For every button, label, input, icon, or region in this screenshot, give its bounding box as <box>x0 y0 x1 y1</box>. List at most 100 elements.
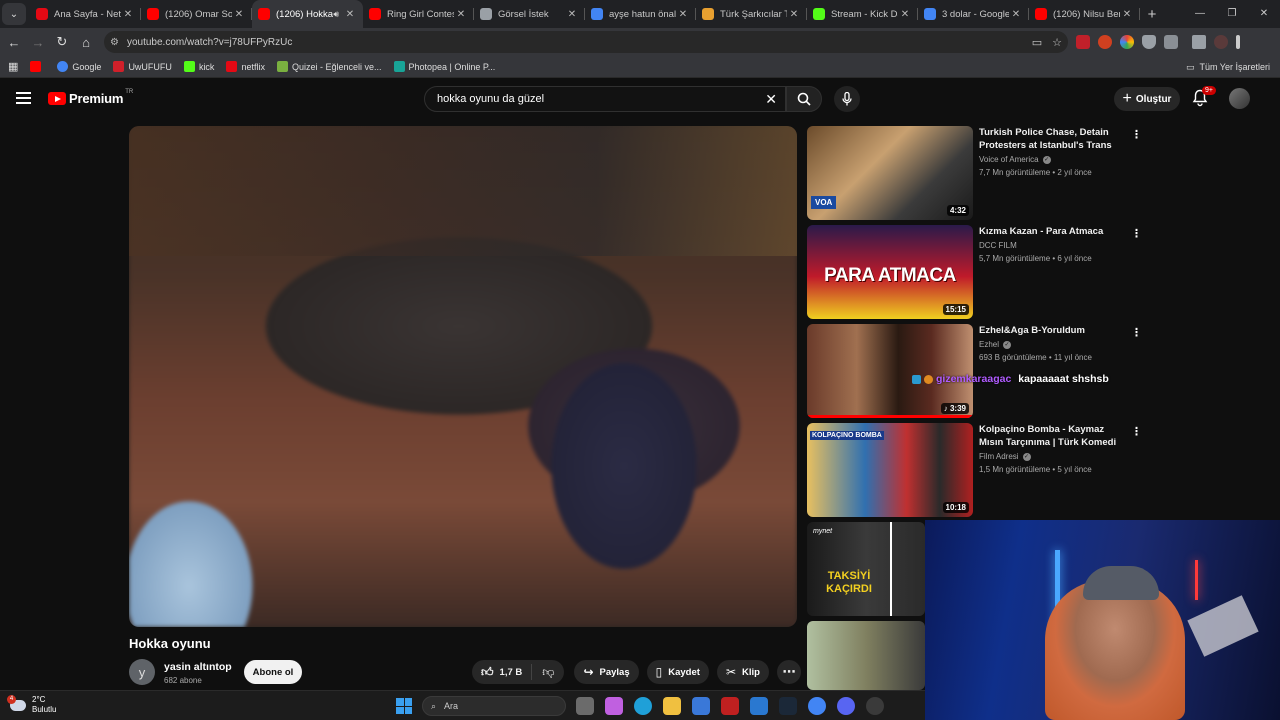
close-tab-icon[interactable]: ✕ <box>343 9 357 20</box>
bookmark-item[interactable]: Quizei - Eğlenceli ve... <box>276 61 382 72</box>
browser-tab[interactable]: Ana Sayfa - Netflix✕ <box>30 0 141 28</box>
more-vert-icon[interactable]: ⋮ <box>1131 128 1142 141</box>
extension-icon[interactable] <box>1098 35 1112 49</box>
share-button[interactable]: ↪ Paylaş <box>574 660 639 684</box>
recommendation-item[interactable]: mynet TAKSİYİ KAÇIRDI <box>807 522 925 616</box>
profile-icon[interactable] <box>1214 35 1228 49</box>
close-tab-icon[interactable]: ✕ <box>565 9 579 20</box>
voice-search-button[interactable] <box>834 86 860 112</box>
video-thumbnail[interactable]: mynet TAKSİYİ KAÇIRDI <box>807 522 925 616</box>
notifications-button[interactable]: 9+ <box>1192 86 1216 109</box>
close-window-icon[interactable]: ✕ <box>1248 0 1280 28</box>
video-thumbnail[interactable]: PARA ATMACA 15:15 <box>807 225 973 319</box>
mail-icon[interactable] <box>750 697 768 715</box>
recommendation-item[interactable]: KOLPAÇINO BOMBA 10:18 Kolpaçino Bomba - … <box>807 423 1267 517</box>
speaker-icon[interactable]: 🔊︎ <box>333 9 339 20</box>
recommendation-channel[interactable]: Voice of America ✓ <box>979 155 1051 164</box>
close-tab-icon[interactable]: ✕ <box>232 9 246 20</box>
search-value[interactable]: hokka oyunu da güzel <box>437 93 544 105</box>
recommendation-title[interactable]: Ezhel&Aga B-Yoruldum <box>979 324 1119 337</box>
media-icon[interactable] <box>1192 35 1206 49</box>
recommendation-channel[interactable]: Ezhel ✓ <box>979 340 1012 349</box>
apps-grid-icon[interactable]: ▦ <box>8 60 18 73</box>
close-tab-icon[interactable]: ✕ <box>454 9 468 20</box>
close-tab-icon[interactable]: ✕ <box>898 9 912 20</box>
video-thumbnail[interactable] <box>807 621 925 690</box>
like-button[interactable]: 👍︎ 1,7 B <box>472 664 533 680</box>
recommendation-item[interactable]: VOA 4:32 Turkish Police Chase, Detain Pr… <box>807 126 1267 220</box>
more-vert-icon[interactable]: ⋮ <box>1131 425 1142 438</box>
channel-avatar[interactable]: y <box>129 659 155 685</box>
close-tab-icon[interactable]: ✕ <box>676 9 690 20</box>
recommendation-channel[interactable]: Film Adresi ✓ <box>979 452 1031 461</box>
bookmark-item[interactable]: Google <box>57 61 101 72</box>
obs-icon[interactable] <box>866 697 884 715</box>
browser-tab[interactable]: ayşe hatun önal y✕ <box>585 0 696 28</box>
dislike-button[interactable]: 👎︎ <box>532 665 564 680</box>
site-info-icon[interactable]: ⚙ <box>110 37 119 48</box>
close-tab-icon[interactable]: ✕ <box>787 9 801 20</box>
close-tab-icon[interactable]: ✕ <box>121 9 135 20</box>
edge-icon[interactable] <box>634 697 652 715</box>
recommendation-item[interactable]: PARA ATMACA 15:15 Kızma Kazan - Para Atm… <box>807 225 1267 319</box>
video-thumbnail[interactable]: KOLPAÇINO BOMBA 10:18 <box>807 423 973 517</box>
video-thumbnail[interactable]: ♪ 3:39 <box>807 324 973 418</box>
close-tab-icon[interactable]: ✕ <box>1009 9 1023 20</box>
restore-icon[interactable]: ❐ <box>1216 0 1248 28</box>
browser-tab[interactable]: 3 dolar - Google'da✕ <box>918 0 1029 28</box>
video-player[interactable] <box>129 126 797 627</box>
youtube-logo[interactable]: Premium TR <box>48 89 133 106</box>
browser-tab[interactable]: Stream - Kick Dashboard✕ <box>807 0 918 28</box>
discord-icon[interactable] <box>837 697 855 715</box>
video-thumbnail[interactable]: VOA 4:32 <box>807 126 973 220</box>
minimize-icon[interactable]: — <box>1184 0 1216 28</box>
search-button[interactable] <box>786 86 822 112</box>
browser-tab[interactable]: Türk Şarkıcılar Tier✕ <box>696 0 807 28</box>
extension-icon[interactable] <box>1076 35 1090 49</box>
steam-icon[interactable] <box>779 697 797 715</box>
new-tab-button[interactable]: + <box>1140 6 1164 23</box>
recommendation-item[interactable]: ♪ 3:39 Ezhel&Aga B-Yoruldum Ezhel ✓ 693 B… <box>807 324 1267 418</box>
puzzle-icon[interactable] <box>1164 35 1178 49</box>
extension-icon[interactable] <box>1120 35 1134 49</box>
browser-tab[interactable]: (1206) Hokka oyunu🔊︎ ✕ <box>252 0 363 28</box>
hamburger-menu-icon[interactable] <box>16 92 31 104</box>
subscribe-button[interactable]: Abone ol <box>244 660 302 684</box>
recommendation-title[interactable]: Kızma Kazan - Para Atmaca <box>979 225 1119 238</box>
browser-tab[interactable]: Ring Girl Contest ✕ <box>363 0 474 28</box>
all-bookmarks[interactable]: ▭ Tüm Yer İşaretleri <box>1186 56 1270 78</box>
bookmark-item[interactable]: netflix <box>226 61 265 72</box>
bookmark-item[interactable]: Photopea | Online P... <box>393 61 495 72</box>
clear-search-icon[interactable]: ✕ <box>765 91 777 108</box>
tab-search-button[interactable]: ⌄ <box>2 3 26 25</box>
search-input[interactable]: hokka oyunu da güzel ✕ <box>424 86 786 112</box>
recommendation-title[interactable]: Turkish Police Chase, Detain Protesters … <box>979 126 1119 152</box>
copilot-icon[interactable] <box>605 697 623 715</box>
file-explorer-icon[interactable] <box>576 697 594 715</box>
reload-icon[interactable]: ↻ <box>50 34 74 50</box>
shield-icon[interactable] <box>1142 35 1156 49</box>
save-button[interactable]: ▯ Kaydet <box>646 660 709 684</box>
start-button[interactable] <box>396 698 412 714</box>
home-icon[interactable]: ⌂ <box>74 35 98 50</box>
weather-widget[interactable]: 4 2°C Bulutlu <box>7 694 56 715</box>
bookmark-item[interactable] <box>30 61 45 72</box>
app-icon[interactable] <box>721 697 739 715</box>
browser-tab[interactable]: (1206) Omar Souleyman✕ <box>141 0 252 28</box>
store-icon[interactable] <box>692 697 710 715</box>
chrome-icon[interactable] <box>808 697 826 715</box>
account-avatar[interactable] <box>1229 88 1250 109</box>
more-vert-icon[interactable]: ⋮ <box>1131 326 1142 339</box>
clip-button[interactable]: ✂ Klip <box>716 660 769 684</box>
menu-icon[interactable] <box>1236 35 1240 49</box>
close-tab-icon[interactable]: ✕ <box>1120 9 1134 20</box>
recommendation-title[interactable]: Kolpaçino Bomba - Kaymaz Mısın Tarçınıma… <box>979 423 1119 449</box>
back-icon[interactable]: ← <box>2 35 26 50</box>
bookmark-item[interactable]: UwUFUFU <box>113 61 172 72</box>
browser-tab[interactable]: Görsel İstek ✕ <box>474 0 585 28</box>
create-button[interactable]: + Oluştur <box>1114 87 1180 111</box>
recommendation-channel[interactable]: DCC FILM <box>979 241 1017 250</box>
browser-tab[interactable]: (1206) Nilsu Berfin✕ <box>1029 0 1140 28</box>
bookmark-star-icon[interactable]: ☆ <box>1052 36 1062 49</box>
more-actions-button[interactable]: ⋯ <box>776 660 801 684</box>
